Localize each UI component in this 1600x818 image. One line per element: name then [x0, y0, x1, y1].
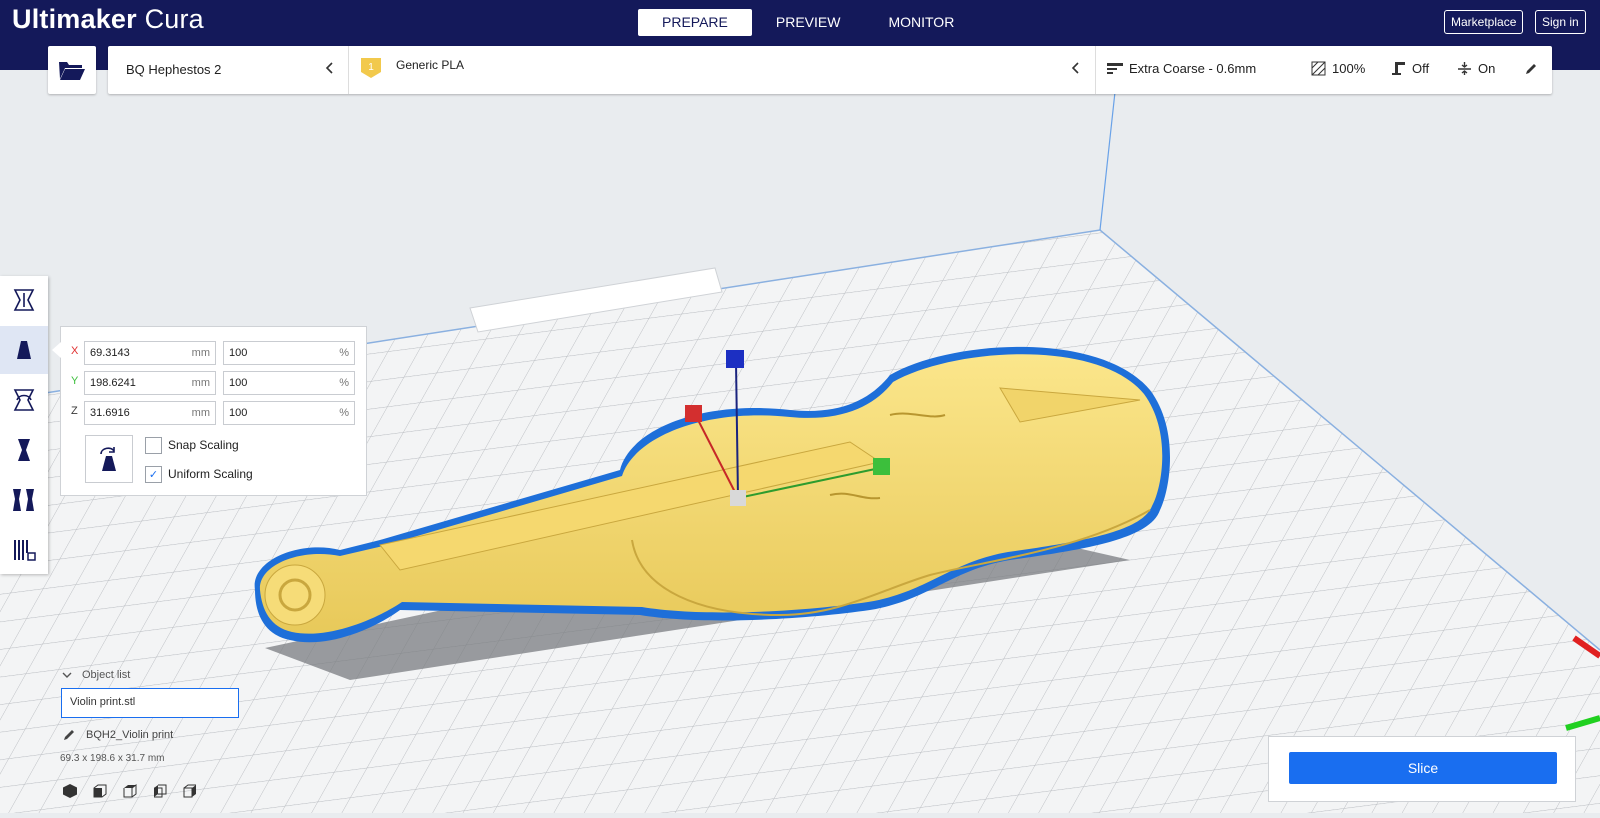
open-file-button[interactable]: [48, 46, 96, 94]
model-dimensions: 69.3 x 198.6 x 31.7 mm: [60, 753, 165, 764]
y-size-input[interactable]: 198.6241 mm: [84, 371, 216, 395]
scale-icon: [17, 341, 31, 359]
move-icon: [13, 289, 35, 311]
folder-icon: [59, 62, 85, 80]
tab-preview[interactable]: PREVIEW: [752, 9, 865, 36]
uniform-scaling-label: Uniform Scaling: [168, 467, 253, 481]
support-blocker-icon: [14, 540, 36, 561]
chevron-left-icon: [1071, 62, 1079, 74]
adhesion-icon: [1458, 62, 1471, 75]
infill-icon: [1311, 61, 1326, 76]
object-list-item-label: Violin print.stl: [70, 696, 136, 708]
job-name-label: BQH2_Violin print: [86, 729, 174, 741]
x-size-input[interactable]: 69.3143 mm: [84, 341, 216, 365]
view-orientation-controls: [62, 783, 198, 799]
extruder-number: 1: [368, 62, 374, 73]
z-scale-handle[interactable]: [726, 350, 744, 368]
mirror-tool[interactable]: [0, 426, 48, 474]
snap-scaling-checkbox[interactable]: [145, 436, 162, 454]
rotate-icon: [13, 389, 35, 411]
pencil-icon: [64, 730, 74, 740]
move-tool[interactable]: [0, 276, 48, 324]
x-scale-handle[interactable]: [685, 405, 702, 422]
printer-name: BQ Hephestos 2: [126, 62, 222, 77]
profile-label: Extra Coarse - 0.6mm: [1129, 61, 1257, 76]
chevron-left-icon: [325, 62, 333, 74]
adhesion-setting: On: [1457, 61, 1495, 76]
print-settings-selector[interactable]: Extra Coarse - 0.6mm 100% Off On: [1095, 46, 1552, 94]
infill-label: 100%: [1332, 61, 1366, 76]
support-icon: [1392, 62, 1405, 75]
view-right-icon[interactable]: [182, 783, 198, 799]
pencil-icon[interactable]: [1524, 62, 1538, 76]
object-list-item[interactable]: Violin print.stl: [61, 688, 239, 718]
configuration-bar: BQ Hephestos 2 1 Generic PLA Extra Coars…: [108, 46, 1552, 94]
x-percent-input[interactable]: 100%: [223, 341, 355, 365]
tab-prepare[interactable]: PREPARE: [638, 9, 752, 36]
quality-icon: [1107, 62, 1123, 74]
material-selector[interactable]: 1 Generic PLA: [348, 46, 1096, 94]
quality-profile: Extra Coarse - 0.6mm: [1107, 61, 1256, 76]
chevron-down-icon: [62, 672, 72, 678]
adhesion-label: On: [1478, 61, 1496, 76]
tab-monitor[interactable]: MONITOR: [864, 9, 978, 36]
scale-tool-panel: X 69.3143 mm 100% Y 198.6241 mm 100% Z 31.…: [52, 326, 367, 496]
marketplace-button[interactable]: Marketplace: [1444, 10, 1524, 34]
z-percent-input[interactable]: 100%: [223, 401, 355, 425]
app-logo: Ultimaker Cura: [12, 4, 204, 34]
slice-panel: Slice: [1268, 736, 1576, 802]
sign-in-button[interactable]: Sign in: [1535, 10, 1586, 34]
support-setting: Off: [1391, 61, 1429, 76]
uniform-scaling-checkbox[interactable]: ✓: [145, 465, 162, 483]
violin-scroll: [264, 564, 326, 626]
axis-label-y: Y: [71, 375, 79, 387]
scale-tool[interactable]: [0, 326, 48, 374]
panel-pointer: [52, 342, 61, 358]
view-3d-icon[interactable]: [62, 783, 78, 799]
uniform-scaling-option[interactable]: ✓ Uniform Scaling: [145, 465, 253, 483]
material-name: Generic PLA: [396, 58, 465, 72]
printer-selector[interactable]: BQ Hephestos 2: [108, 46, 349, 94]
mirror-icon: [18, 439, 30, 461]
y-percent-input[interactable]: 100%: [223, 371, 355, 395]
extruder-badge-icon: 1: [361, 58, 381, 78]
axis-label-x: X: [71, 345, 79, 357]
snap-scaling-label: Snap Scaling: [168, 438, 239, 452]
per-model-settings-icon: [13, 489, 34, 511]
object-list-label: Object list: [82, 669, 131, 681]
rotate-tool[interactable]: [0, 376, 48, 424]
job-name[interactable]: BQH2_Violin print: [62, 728, 173, 742]
per-model-settings-tool[interactable]: [0, 476, 48, 524]
reset-scale-icon: [100, 447, 116, 471]
snap-scaling-option[interactable]: Snap Scaling: [145, 436, 239, 454]
support-label: Off: [1412, 61, 1430, 76]
center-scale-handle[interactable]: [730, 490, 746, 506]
tool-panel: [0, 276, 48, 574]
axis-label-z: Z: [71, 405, 78, 417]
z-size-input[interactable]: 31.6916 mm: [84, 401, 216, 425]
infill-setting: 100%: [1311, 61, 1365, 76]
view-top-icon[interactable]: [122, 783, 138, 799]
object-list-toggle[interactable]: Object list: [62, 669, 130, 681]
stage-tabs: PREPARE PREVIEW MONITOR: [638, 9, 978, 36]
view-front-icon[interactable]: [92, 783, 108, 799]
y-scale-handle[interactable]: [873, 458, 890, 475]
lay-flat-reset-button[interactable]: [85, 435, 133, 483]
slice-button[interactable]: Slice: [1289, 752, 1557, 784]
view-left-icon[interactable]: [152, 783, 168, 799]
support-blocker-tool[interactable]: [0, 526, 48, 574]
